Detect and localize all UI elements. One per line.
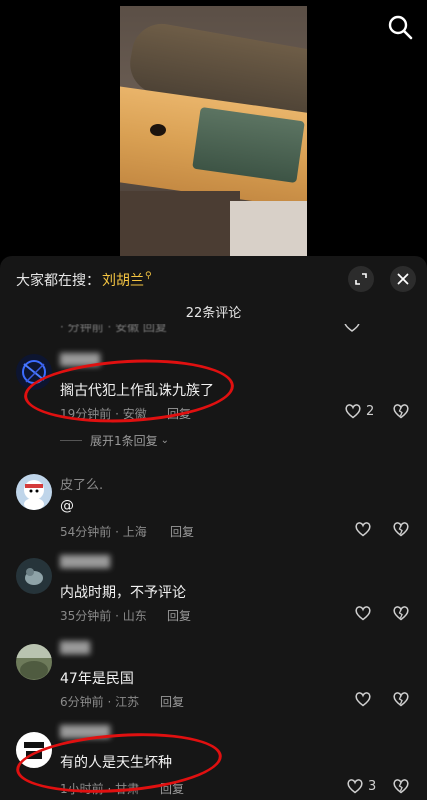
avatar[interactable] [16, 732, 52, 768]
heart-icon [347, 779, 363, 794]
username[interactable]: ▇▇▇▇ [60, 352, 100, 367]
comment-meta: 1小时前 · 甘肃 [60, 782, 140, 796]
broken-heart-icon[interactable] [392, 605, 410, 621]
expand-icon [355, 273, 367, 285]
comment-text: @ [60, 498, 74, 514]
video-frame[interactable] [120, 6, 307, 256]
reply-button[interactable]: 回复 [167, 607, 191, 624]
wall-panel [230, 201, 307, 256]
search-small-icon: ⚲ [145, 271, 152, 281]
video-player[interactable] [0, 0, 427, 256]
avatar-image [16, 644, 52, 680]
broken-heart-icon[interactable] [392, 778, 410, 794]
chevron-down-icon: ⌄ [160, 435, 170, 446]
search-icon[interactable] [387, 14, 413, 40]
like-button[interactable] [354, 691, 376, 707]
expand-replies-button[interactable]: 展开1条回复 ⌄ [60, 432, 169, 449]
broken-heart-icon[interactable] [392, 403, 410, 419]
hot-search-label: 大家都在搜： [16, 273, 100, 289]
comment-meta: 19分钟前 · 安徽 [60, 407, 147, 421]
avatar[interactable] [16, 644, 52, 680]
expand-button[interactable] [348, 266, 374, 292]
reply-button[interactable]: 回复 [160, 780, 184, 797]
reply-button[interactable]: 回复 [170, 523, 194, 540]
comment-text: 有的人是天生坏种 [60, 755, 172, 771]
heart-icon[interactable] [343, 324, 361, 332]
comment-sheet: 大家都在搜： 刘胡兰 ⚲ 22条评论 · 分钟前 · 安徽 回复 ▇▇▇▇ 搁古… [0, 256, 427, 800]
reply-button[interactable]: 回复 [160, 693, 184, 710]
hot-search-term[interactable]: 刘胡兰 [102, 270, 144, 290]
partial-comment-row: · 分钟前 · 安徽 回复 [60, 324, 427, 338]
like-count: 2 [366, 403, 375, 419]
divider-line [60, 440, 82, 441]
close-icon [397, 273, 409, 285]
heart-icon [345, 404, 361, 419]
avatar[interactable] [16, 354, 52, 390]
avatar-image [18, 734, 50, 766]
avatar-image [16, 558, 52, 594]
like-button[interactable]: 3 [346, 778, 376, 794]
heart-icon [355, 692, 371, 707]
avatar[interactable] [16, 474, 52, 510]
like-button[interactable]: 2 [344, 403, 374, 419]
heart-icon [355, 522, 371, 537]
reply-button[interactable]: 回复 [167, 405, 191, 422]
comment-item: ▇▇▇▇▇ 内战时期，不予评论 35分钟前 · 山东 回复 [0, 554, 427, 624]
comment-meta: 35分钟前 · 山东 [60, 609, 147, 623]
username[interactable]: ▇▇▇▇▇ [60, 554, 110, 569]
username[interactable]: 皮了么. [60, 474, 103, 493]
avatar-image [16, 354, 52, 390]
broken-heart-icon[interactable] [392, 691, 410, 707]
comment-text: 47年是民国 [60, 671, 134, 687]
like-count: 3 [368, 778, 377, 794]
broken-heart-icon[interactable] [392, 521, 410, 537]
shadow [120, 191, 240, 256]
comment-text: 内战时期，不予评论 [60, 585, 186, 601]
expand-replies-label: 展开1条回复 [90, 434, 158, 448]
partial-comment-meta: · 分钟前 · 安徽 回复 [60, 324, 167, 334]
comment-item: ▇▇▇▇▇ 有的人是天生坏种 1小时前 · 甘肃 回复 3 [0, 724, 427, 800]
comment-meta: 54分钟前 · 上海 [60, 525, 147, 539]
comment-item: ▇▇▇▇ 搁古代犯上作乱诛九族了 19分钟前 · 安徽 回复 2 展开1条回复 … [0, 352, 427, 450]
hot-search-bar[interactable]: 大家都在搜： 刘胡兰 ⚲ [16, 270, 152, 290]
avatar-image [16, 474, 52, 510]
username[interactable]: ▇▇▇▇▇ [60, 724, 110, 739]
comment-item: ▇▇▇ 47年是民国 6分钟前 · 江苏 回复 [0, 640, 427, 710]
username[interactable]: ▇▇▇ [60, 640, 90, 655]
heart-icon [355, 606, 371, 621]
hole [150, 124, 166, 136]
comment-item: 皮了么. @ 54分钟前 · 上海 回复 [0, 474, 427, 540]
like-button[interactable] [354, 605, 376, 621]
comment-text: 搁古代犯上作乱诛九族了 [60, 383, 214, 399]
comment-meta: 6分钟前 · 江苏 [60, 695, 140, 709]
like-button[interactable] [354, 521, 376, 537]
comment-count: 22条评论 [185, 306, 242, 321]
close-button[interactable] [390, 266, 416, 292]
avatar[interactable] [16, 558, 52, 594]
